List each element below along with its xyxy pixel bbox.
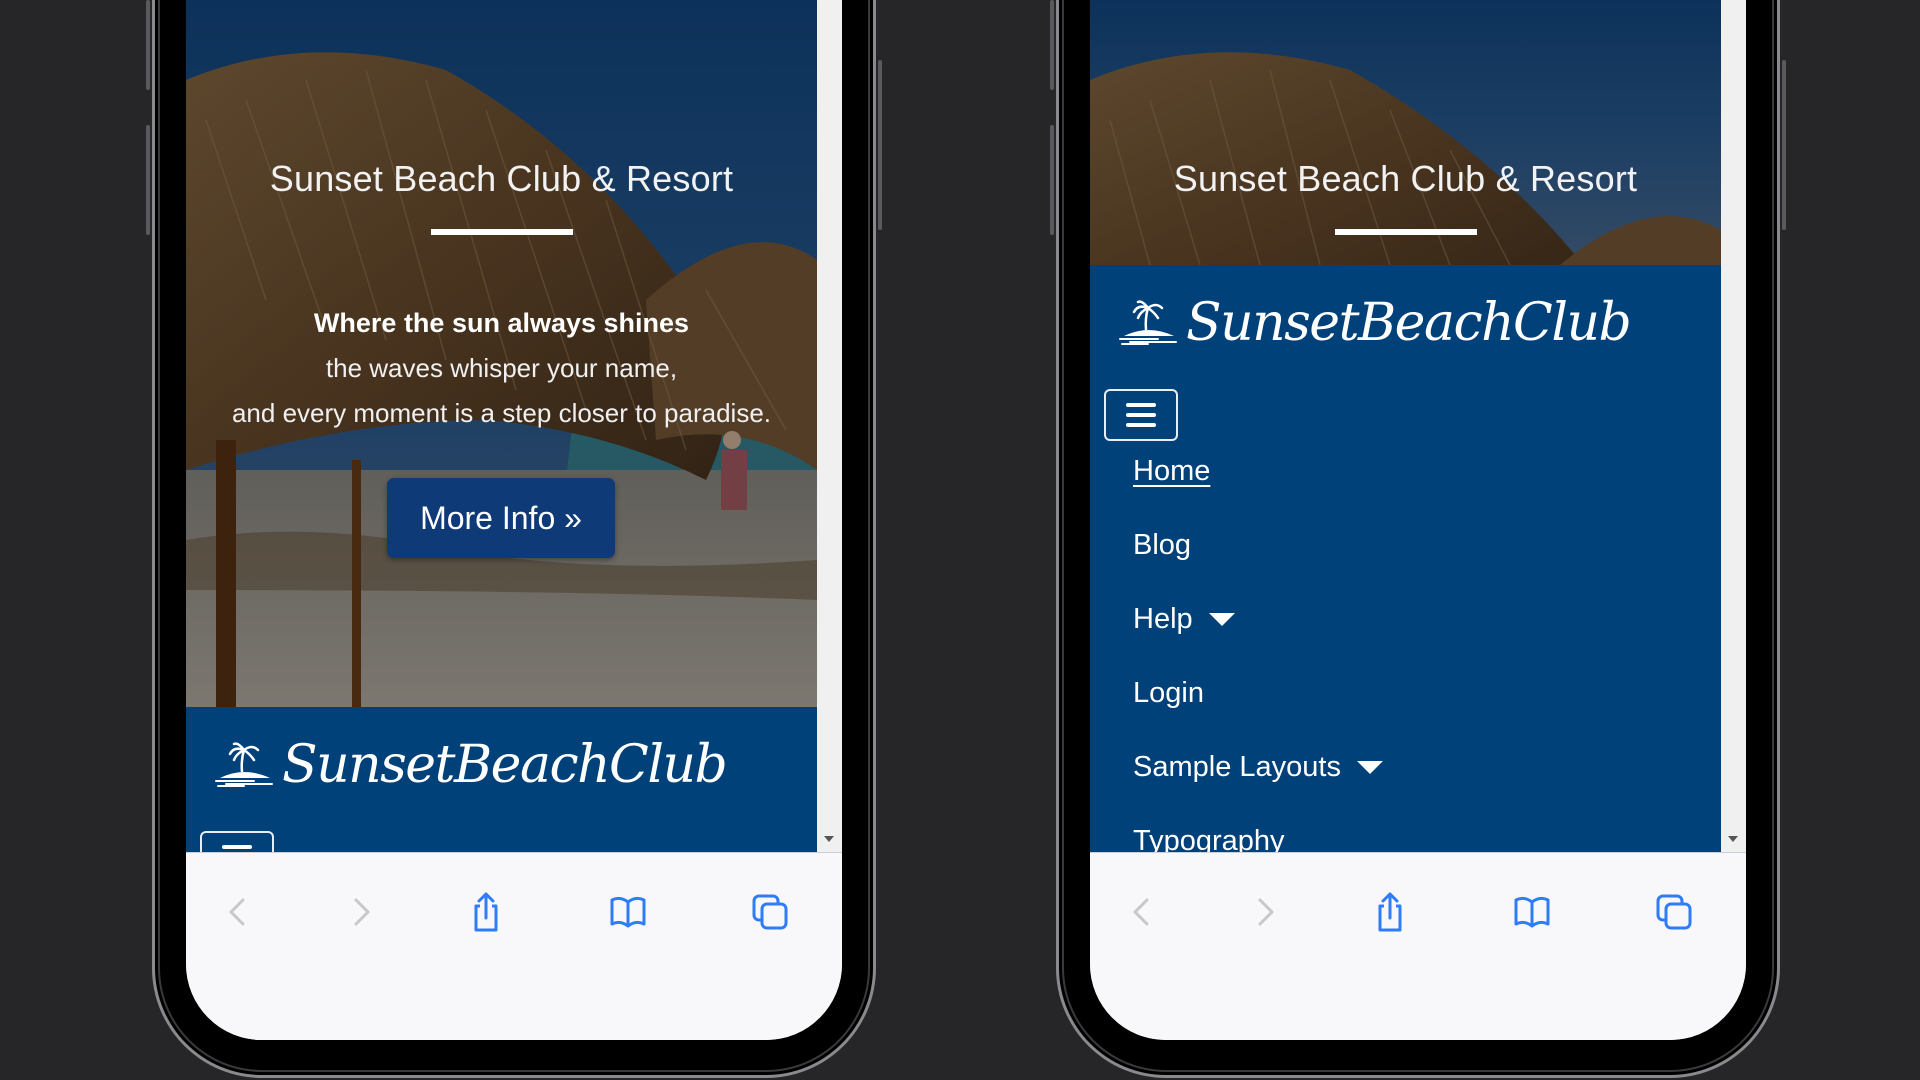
nav-item-help[interactable]: Help (1133, 603, 1235, 636)
nav-item-blog[interactable]: Blog (1133, 529, 1191, 562)
navbar-toggle-button[interactable] (1104, 389, 1178, 441)
book-icon (610, 896, 646, 928)
brand-name: SunsetBeachClub (282, 735, 728, 795)
nav-item-label: Home (1133, 455, 1211, 487)
tagline-line: the waves whisper your name, (325, 353, 678, 383)
web-viewport: Sunset Beach Club & Resort SunsetBeachCl… (1090, 0, 1721, 852)
navbar-toggle-button[interactable] (200, 831, 274, 852)
tagline-line: and every moment is a step closer to par… (231, 398, 772, 428)
title-divider (431, 229, 573, 235)
tabs-icon (752, 894, 788, 930)
chevron-right-icon (354, 898, 370, 926)
navbar: SunsetBeachClub Home Blog Help Login Sam… (1090, 265, 1721, 852)
scroll-down-arrow-icon[interactable] (1728, 836, 1738, 842)
side-button (146, 0, 150, 90)
chevron-left-icon (229, 898, 245, 926)
tabs-button[interactable] (1652, 887, 1696, 937)
side-button (1050, 0, 1054, 90)
brand-name: SunsetBeachClub (1186, 293, 1632, 353)
hero-section: Sunset Beach Club & Resort (1090, 0, 1721, 265)
hamburger-icon (1126, 403, 1156, 407)
brand-logo[interactable]: SunsetBeachClub (1118, 293, 1632, 353)
phone-screen: Sunset Beach Club & Resort SunsetBeachCl… (1090, 0, 1746, 1040)
brand-logo[interactable]: SunsetBeachClub (214, 735, 728, 795)
phone-screen: Sunset Beach Club & Resort Where the sun… (186, 0, 842, 1040)
bookmarks-button[interactable] (606, 887, 650, 937)
scroll-down-arrow-icon[interactable] (824, 836, 834, 842)
side-button (1050, 125, 1054, 235)
browser-toolbar (186, 852, 842, 1040)
forward-button[interactable] (339, 887, 383, 937)
palm-island-icon (214, 742, 276, 788)
palm-island-icon (1118, 300, 1180, 346)
nav-item-home[interactable]: Home (1133, 455, 1210, 488)
bookmarks-button[interactable] (1510, 887, 1554, 937)
chevron-right-icon (1258, 898, 1274, 926)
nav-item-label: Sample Layouts (1133, 751, 1341, 783)
nav-item-label: Typography (1133, 825, 1285, 852)
share-icon (474, 892, 498, 932)
share-button[interactable] (1368, 887, 1412, 937)
share-button[interactable] (464, 887, 508, 937)
book-icon (1514, 896, 1550, 928)
tabs-icon (1656, 894, 1692, 930)
hamburger-icon-bar (1126, 423, 1156, 427)
chevron-left-icon (1133, 898, 1149, 926)
navbar: SunsetBeachClub (186, 707, 817, 852)
nav-item-label: Login (1133, 677, 1204, 709)
forward-button[interactable] (1243, 887, 1287, 937)
hero-background-image (1090, 0, 1721, 265)
hero-title: Sunset Beach Club & Resort (269, 158, 734, 199)
hamburger-icon-bar (1126, 413, 1156, 417)
back-button[interactable] (1120, 887, 1164, 937)
caret-down-icon (1356, 761, 1383, 774)
nav-item-login[interactable]: Login (1133, 677, 1204, 710)
phone-left: Sunset Beach Club & Resort Where the sun… (146, 0, 882, 1078)
scrollbar[interactable] (817, 0, 842, 852)
hero-title: Sunset Beach Club & Resort (1173, 158, 1638, 199)
share-icon (1378, 892, 1402, 932)
web-viewport: Sunset Beach Club & Resort Where the sun… (186, 0, 817, 852)
tagline-line: Where the sun always shines (313, 308, 690, 338)
nav-item-typography[interactable]: Typography (1133, 825, 1285, 852)
phone-right: Sunset Beach Club & Resort SunsetBeachCl… (1050, 0, 1786, 1078)
power-button (1782, 60, 1786, 230)
nav-item-sample-layouts[interactable]: Sample Layouts (1133, 751, 1383, 784)
back-button[interactable] (216, 887, 260, 937)
caret-down-icon (1208, 613, 1235, 626)
nav-item-label: Help (1133, 603, 1193, 635)
browser-toolbar (1090, 852, 1746, 1040)
hero-section: Sunset Beach Club & Resort Where the sun… (186, 0, 817, 707)
power-button (878, 60, 882, 230)
side-button (146, 125, 150, 235)
hamburger-icon (222, 845, 252, 849)
hero-tagline: Where the sun always shines the waves wh… (186, 308, 817, 443)
scrollbar[interactable] (1721, 0, 1746, 852)
tabs-button[interactable] (748, 887, 792, 937)
nav-item-label: Blog (1133, 529, 1192, 561)
more-info-button[interactable]: More Info » (387, 478, 615, 558)
title-divider (1335, 229, 1477, 235)
